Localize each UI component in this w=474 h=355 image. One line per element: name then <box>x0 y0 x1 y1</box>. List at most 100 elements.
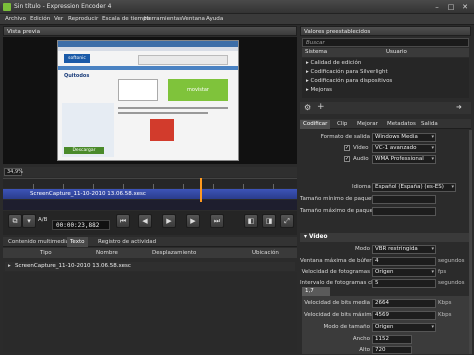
tab-codificar[interactable]: Codificar <box>300 120 331 129</box>
tab-clip[interactable]: Clip <box>334 120 350 129</box>
media-item-name: ScreenCapture_11-10-2010 13.06.58.xesc <box>15 263 131 269</box>
avg-bitrate-label: Velocidad de bits media <box>304 300 370 306</box>
buffer-unit: segundos <box>438 258 465 264</box>
menu-herramientas[interactable]: Herramientas <box>144 16 182 22</box>
close-button[interactable]: ✕ <box>458 2 472 12</box>
height-input[interactable]: 720 <box>372 346 412 354</box>
menu-bar: Archivo Edición Ver Reproducir Escala de… <box>0 14 474 25</box>
menu-escala[interactable]: Escala de tiempo <box>102 16 150 22</box>
buffer-label: Ventana máxima de búfer <box>300 258 372 264</box>
step-back-button[interactable]: ◀ <box>138 214 152 228</box>
peak-bitrate-input[interactable]: 4569 <box>372 311 436 320</box>
tab-contenido[interactable]: Contenido multimedia <box>5 237 72 247</box>
col-tipo[interactable]: Tipo <box>40 250 52 256</box>
tab-sistema[interactable]: Sistema <box>305 49 327 55</box>
bitrate-subtab[interactable]: 1,7 Mbps <box>302 287 330 303</box>
gear-icon[interactable]: ⚙ <box>304 103 311 112</box>
peak-bitrate-label: Velocidad de bits máxima <box>304 312 375 318</box>
download-badge: Descargar <box>64 147 104 154</box>
ab-toggle[interactable]: A/B <box>38 217 47 223</box>
audio-checkbox[interactable]: ✓ <box>344 156 350 162</box>
media-list-area <box>3 272 297 352</box>
clip-label: ScreenCapture_11-10-2010 13.06.58.xesc <box>30 191 146 197</box>
preset-item[interactable]: ▸ Mejoras <box>306 87 332 93</box>
phone-image <box>118 79 158 101</box>
width-label: Ancho <box>352 336 370 342</box>
tab-salida[interactable]: Salida <box>418 120 441 129</box>
width-input[interactable]: 1152 <box>372 335 412 344</box>
presets-search-input[interactable]: Buscar <box>302 38 469 47</box>
keyframe-input[interactable]: 5 <box>372 279 436 288</box>
maximize-button[interactable]: □ <box>444 2 458 12</box>
title-bar: Sin título - Expression Encoder 4 – □ ✕ <box>0 0 474 14</box>
video-codec-select[interactable]: VC-1 avanzado ▾ <box>372 144 436 153</box>
packet-min-label: Tamaño mínimo de paquete <box>300 196 377 202</box>
buffer-input[interactable]: 4 <box>372 257 436 266</box>
go-end-button[interactable]: ⏭ <box>210 214 224 228</box>
site-logo: softonic <box>64 54 90 63</box>
tab-metadatos[interactable]: Metadatos <box>384 120 419 129</box>
mode-select[interactable]: VBR restringida ▾ <box>372 245 436 254</box>
video-section-title: ▾ Vídeo <box>304 234 328 240</box>
fps-label: Velocidad de fotogramas <box>301 269 370 275</box>
menu-edicion[interactable]: Edición <box>30 16 50 22</box>
minimize-button[interactable]: – <box>430 2 444 12</box>
packet-min-input[interactable] <box>372 195 436 204</box>
site-ad <box>138 55 228 65</box>
timecode-display[interactable]: 00:00:23,882 <box>52 220 110 230</box>
packet-max-input[interactable] <box>372 207 436 216</box>
mark-in-button[interactable]: ◧ <box>244 214 258 228</box>
col-nombre[interactable]: Nombre <box>96 250 118 256</box>
tab-mejorar[interactable]: Mejorar <box>354 120 381 129</box>
fps-select[interactable]: Origen ▾ <box>372 268 436 277</box>
add-marker-button[interactable]: ▾ <box>22 214 36 228</box>
keyframe-label: Intervalo de fotogramas clave <box>300 280 383 286</box>
zoom-select[interactable]: 34,9% <box>4 168 23 176</box>
playhead[interactable] <box>200 178 202 202</box>
avg-bitrate-input[interactable]: 2664 <box>372 299 436 308</box>
menu-archivo[interactable]: Archivo <box>5 16 26 22</box>
presets-toolbar <box>300 102 471 114</box>
audio-codec-select[interactable]: WMA Professional ▾ <box>372 155 436 164</box>
presets-header: Valores preestablecidos <box>300 26 471 36</box>
preset-item[interactable]: ▸ Calidad de edición <box>306 60 361 66</box>
size-mode-select[interactable]: Origen ▾ <box>372 323 436 332</box>
fullscreen-button[interactable]: ⤢ <box>280 214 294 228</box>
format-label: Formato de salida <box>320 134 370 140</box>
play-button[interactable]: ▶ <box>162 214 176 228</box>
split-button[interactable]: ⧉ <box>8 214 22 228</box>
site-text-line <box>118 112 208 114</box>
preset-item[interactable]: ▸ Codificación para dispositivos <box>306 78 392 84</box>
step-forward-button[interactable]: ▶ <box>186 214 200 228</box>
format-select[interactable]: Windows Media ▾ <box>372 133 436 142</box>
menu-reproducir[interactable]: Reproducir <box>68 16 98 22</box>
browser-toolbar <box>58 47 238 51</box>
mark-out-button[interactable]: ◨ <box>262 214 276 228</box>
go-start-button[interactable]: ⏮ <box>116 214 130 228</box>
preset-item[interactable]: ▸ Codificación para Silverlight <box>306 69 388 75</box>
audio-label: Audio <box>353 156 369 162</box>
col-desplazamiento[interactable]: Desplazamiento <box>152 250 196 256</box>
tab-texto[interactable]: Texto <box>67 237 88 247</box>
fries-image <box>150 119 174 141</box>
keyframe-unit: segundos <box>438 280 465 286</box>
menu-ventana[interactable]: Ventana <box>182 16 205 22</box>
site-title: Quitodos <box>64 73 90 79</box>
expand-icon[interactable]: ▸ <box>8 263 11 269</box>
video-checkbox[interactable]: ✓ <box>344 145 350 151</box>
avg-bitrate-unit: Kbps <box>438 300 452 306</box>
tab-usuario[interactable]: Usuario <box>386 49 407 55</box>
timeline-ruler[interactable] <box>3 178 297 189</box>
properties-scrollbar[interactable] <box>469 130 472 354</box>
bottom-tabs: Contenido multimedia Texto Registro de a… <box>3 237 297 247</box>
captured-screen: softonic Quitodos movistar Descargar <box>57 40 239 161</box>
col-ubicacion[interactable]: Ubicación <box>252 250 279 256</box>
presets-tabs: Sistema Usuario <box>302 48 469 57</box>
language-select[interactable]: Español (España) (es-ES) ▾ <box>372 183 456 192</box>
peak-bitrate-unit: Kbps <box>438 312 452 318</box>
tab-registro[interactable]: Registro de actividad <box>95 237 159 247</box>
menu-ayuda[interactable]: Ayuda <box>206 16 223 22</box>
apply-preset-icon[interactable]: ➜ <box>456 103 462 111</box>
add-preset-icon[interactable]: + <box>317 102 325 112</box>
menu-ver[interactable]: Ver <box>54 16 63 22</box>
